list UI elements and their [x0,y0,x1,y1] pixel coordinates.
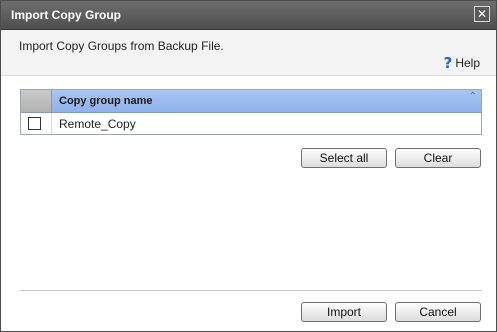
dialog-description: Import Copy Groups from Backup File. [19,39,224,53]
footer-divider [20,290,482,291]
import-button[interactable]: Import [301,302,387,322]
table-row[interactable]: Remote_Copy [21,113,481,134]
help-label: Help [455,56,480,70]
close-icon[interactable]: ✕ [474,6,490,22]
table-header: Copy group name ⌃ [21,90,481,113]
column-header-copy-group-name[interactable]: Copy group name [59,95,153,107]
select-all-button[interactable]: Select all [301,148,387,168]
help-icon: ? [443,54,453,72]
dialog-title: Import Copy Group [11,8,121,22]
copy-group-name-cell: Remote_Copy [59,117,136,131]
row-checkbox[interactable] [28,117,41,130]
cancel-button[interactable]: Cancel [395,302,481,322]
select-column-header [21,90,52,112]
title-bar: Import Copy Group ✕ [1,1,496,30]
row-select-cell [21,113,52,134]
dialog-header: Import Copy Groups from Backup File. ? H… [1,30,496,76]
import-copy-group-dialog: Import Copy Group ✕ Import Copy Groups f… [0,0,497,332]
copy-group-table: Copy group name ⌃ Remote_Copy [20,89,482,135]
clear-button[interactable]: Clear [395,148,481,168]
help-link[interactable]: ? Help [443,54,480,72]
sort-icon[interactable]: ⌃ [469,92,477,102]
